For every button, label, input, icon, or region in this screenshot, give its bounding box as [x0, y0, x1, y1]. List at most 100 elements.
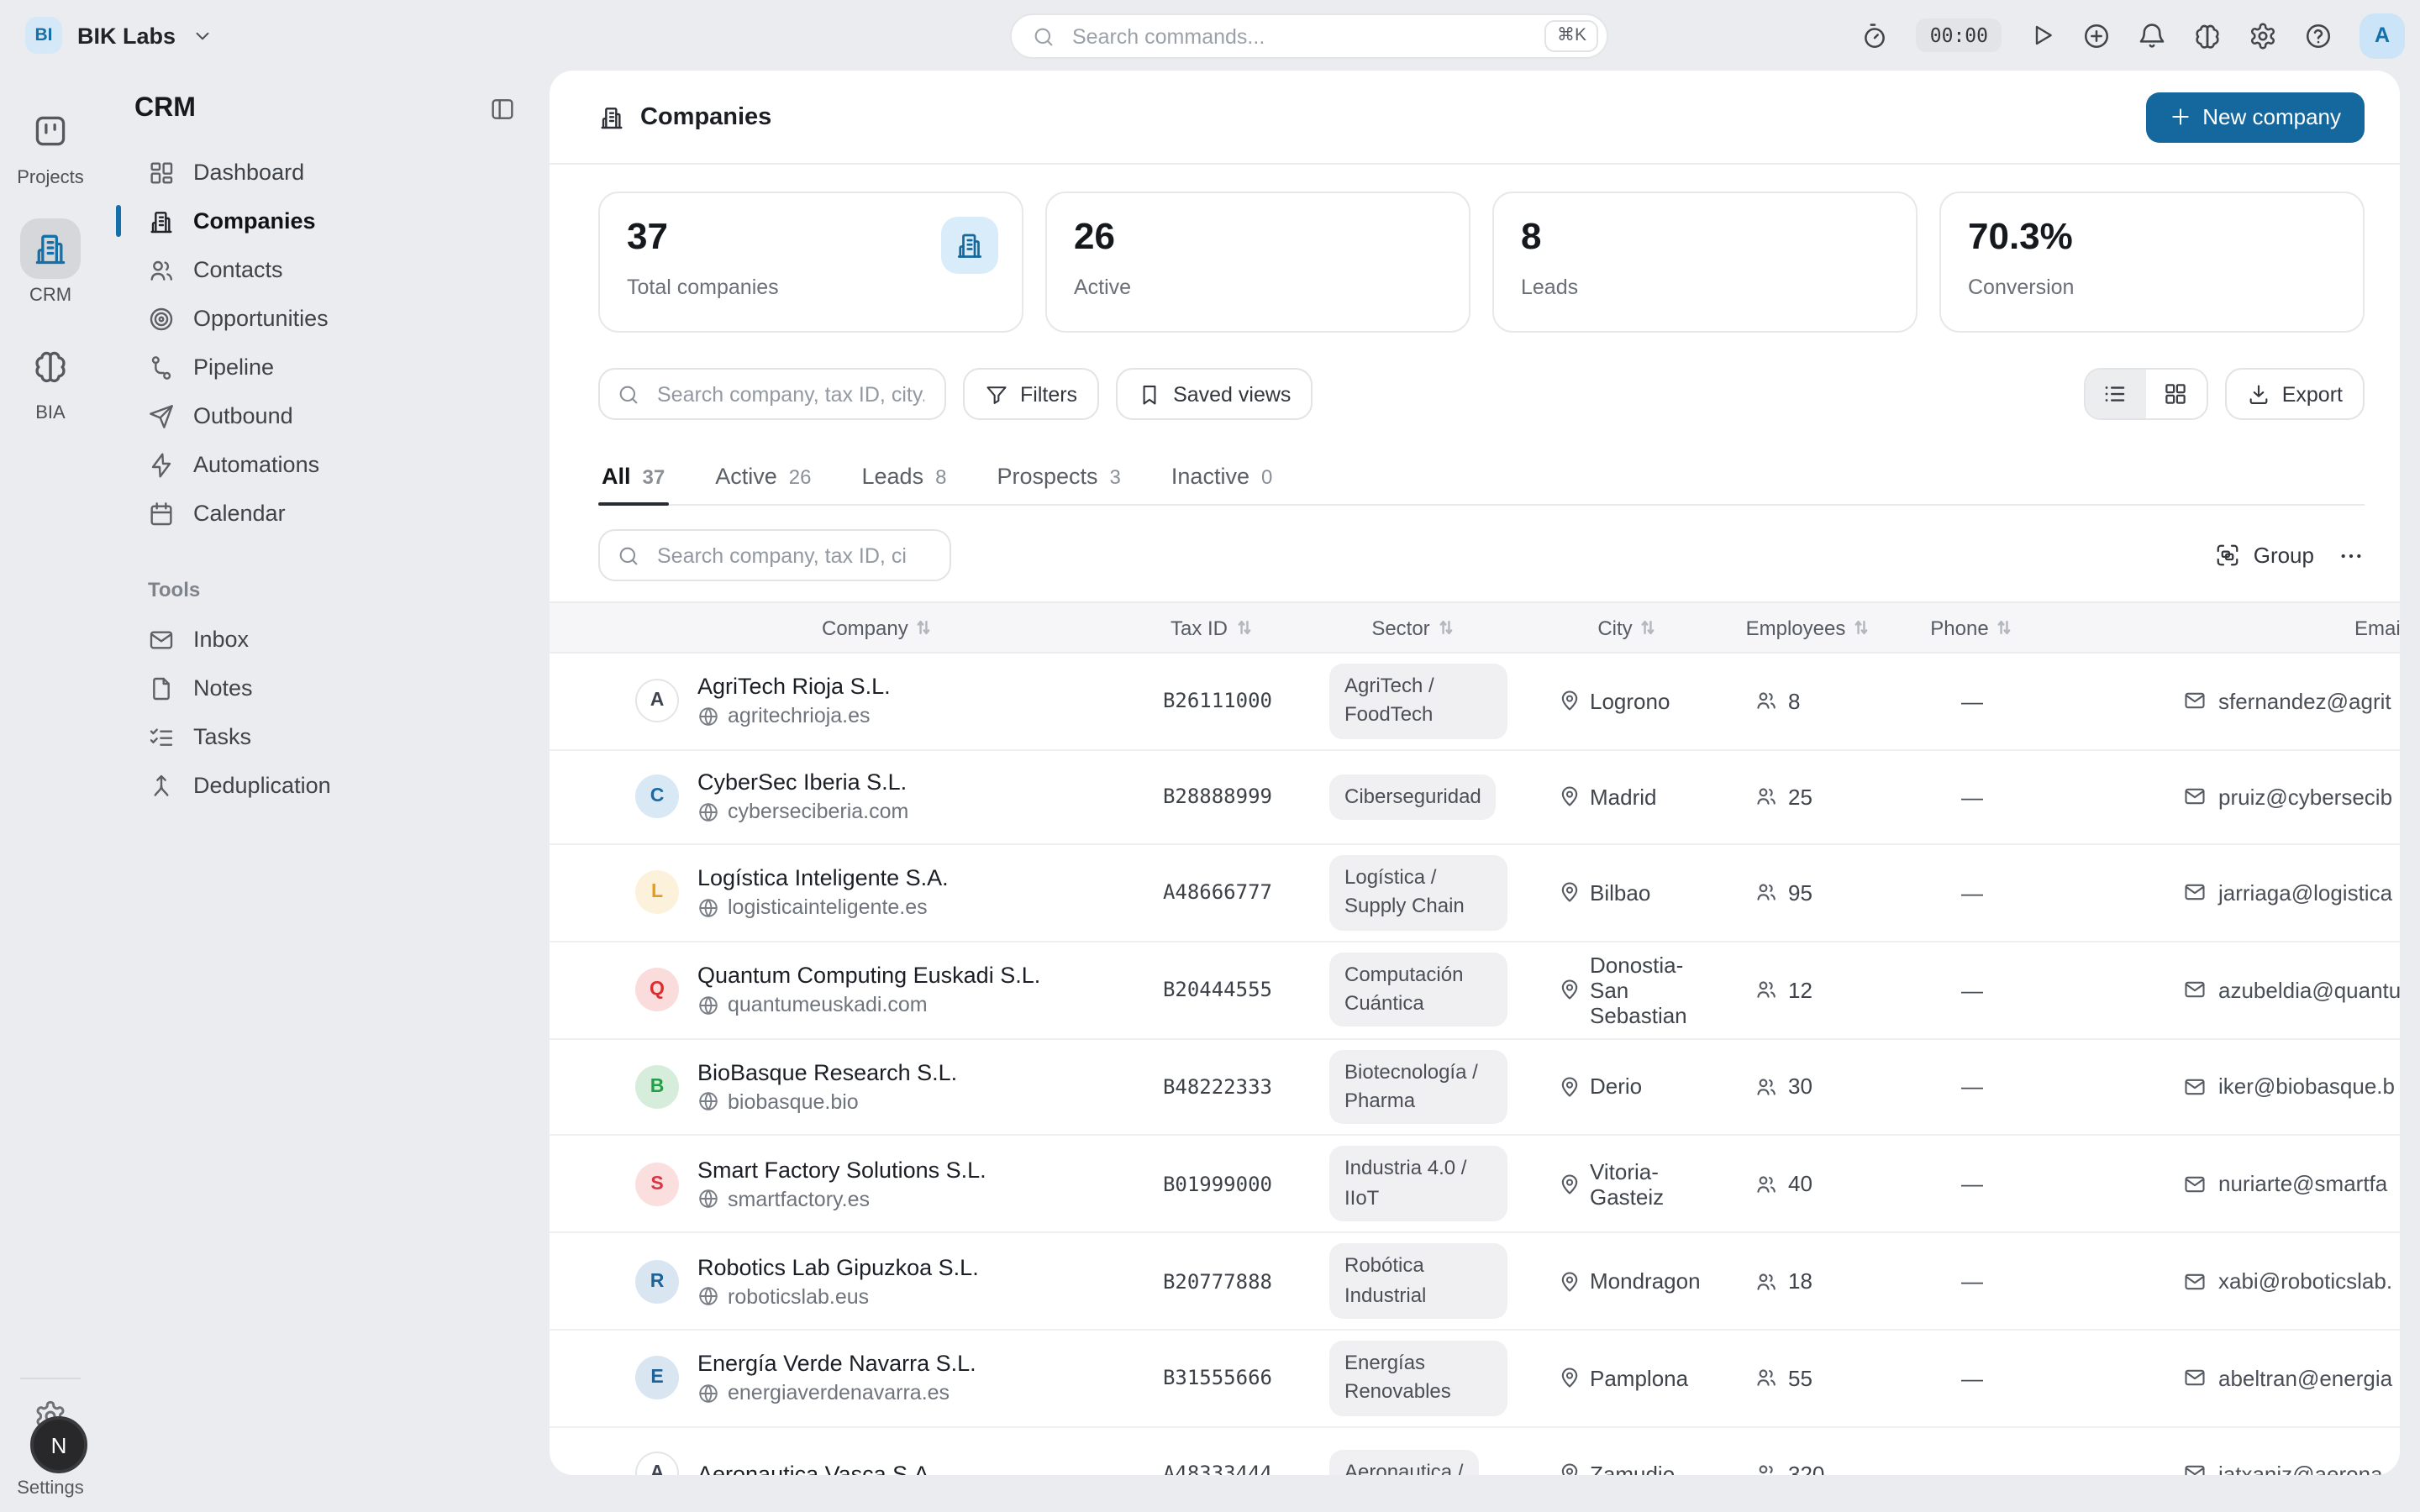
plus-circle-icon[interactable] — [2082, 21, 2111, 50]
brain-icon[interactable] — [2193, 21, 2222, 50]
grid-view-button[interactable] — [2146, 370, 2207, 418]
company-name[interactable]: CyberSec Iberia S.L. — [697, 770, 908, 795]
stopwatch-icon[interactable] — [1861, 21, 1890, 50]
sector-badge: Industria 4.0 / IIoT — [1329, 1147, 1507, 1222]
sidebar-item-tasks[interactable]: Tasks — [101, 712, 550, 761]
company-search-input[interactable] — [654, 381, 928, 407]
saved-views-button[interactable]: Saved views — [1116, 368, 1313, 420]
sidebar-item-outbound[interactable]: Outbound — [101, 391, 550, 440]
more-options-button[interactable] — [2338, 542, 2365, 569]
email-cell: iker@biobasque.b — [2052, 1074, 2400, 1100]
merge-icon — [148, 772, 175, 799]
stat-card-conversion: 70.3% Conversion — [1939, 192, 2365, 333]
table-row[interactable]: EEnergía Verde Navarra S.L.energiaverden… — [550, 1331, 2400, 1428]
rail-label: CRM — [29, 286, 71, 306]
tab-leads[interactable]: Leads8 — [859, 457, 950, 504]
column-header-city[interactable]: City — [1531, 616, 1724, 639]
stat-value: 26 — [1074, 215, 1442, 259]
export-button[interactable]: Export — [2225, 368, 2365, 420]
sidebar-item-dashboard[interactable]: Dashboard — [101, 148, 550, 197]
company-name[interactable]: Logística Inteligente S.A. — [697, 865, 949, 890]
company-search[interactable] — [598, 368, 946, 420]
workspace-name[interactable]: BIK Labs — [77, 23, 176, 48]
table-row[interactable]: AAeronautica Vasca S.A.A48333444Aeronaut… — [550, 1427, 2400, 1475]
tab-active[interactable]: Active26 — [712, 457, 814, 504]
play-icon[interactable] — [2028, 22, 2055, 49]
building-icon — [148, 207, 175, 234]
company-name[interactable]: Aeronautica Vasca S.A. — [697, 1461, 935, 1475]
map-pin-icon — [1558, 785, 1581, 809]
company-avatar: R — [635, 1259, 679, 1303]
sidebar-item-companies[interactable]: Companies — [101, 197, 550, 245]
list-view-button[interactable] — [2086, 370, 2146, 418]
command-search-input[interactable] — [1069, 23, 1545, 50]
profile-avatar[interactable]: N — [30, 1416, 87, 1473]
collapse-panel-icon[interactable] — [489, 96, 516, 123]
sidebar-item-calendar[interactable]: Calendar — [101, 489, 550, 538]
sector-badge: Biotecnología / Pharma — [1329, 1049, 1507, 1125]
filters-button[interactable]: Filters — [963, 368, 1099, 420]
tab-prospects[interactable]: Prospects3 — [993, 457, 1123, 504]
table-row[interactable]: BBioBasque Research S.L.biobasque.bioB48… — [550, 1039, 2400, 1137]
phone-cell: — — [1892, 785, 2052, 810]
users-icon — [1754, 880, 1778, 904]
email-cell: iatxaniz@aerona — [2052, 1461, 2400, 1475]
table-search[interactable] — [598, 529, 951, 581]
company-name[interactable]: Smart Factory Solutions S.L. — [697, 1157, 986, 1182]
mail-icon — [2183, 1172, 2207, 1195]
table-header: Company Tax ID Sector City Employees Pho… — [550, 601, 2400, 654]
company-name[interactable]: Robotics Lab Gipuzkoa S.L. — [697, 1254, 979, 1279]
column-header-taxid[interactable]: Tax ID — [1128, 616, 1296, 639]
chevron-down-icon[interactable] — [191, 24, 213, 46]
settings-label[interactable]: Settings — [17, 1478, 84, 1499]
sidebar-item-inbox[interactable]: Inbox — [101, 615, 550, 664]
file-icon — [148, 675, 175, 701]
sidebar-item-contacts[interactable]: Contacts — [101, 245, 550, 294]
new-company-button[interactable]: New company — [2145, 92, 2365, 142]
user-avatar[interactable]: A — [2360, 13, 2405, 58]
table-row[interactable]: QQuantum Computing Euskadi S.L.quantumeu… — [550, 942, 2400, 1039]
help-icon[interactable] — [2304, 21, 2333, 50]
sidebar-item-label: Calendar — [193, 501, 286, 526]
command-search[interactable]: ⌘K — [1010, 13, 1608, 59]
group-button[interactable]: Group — [2215, 543, 2314, 568]
tab-all[interactable]: All37 — [598, 457, 668, 504]
table-search-input[interactable] — [654, 542, 933, 569]
stat-value: 8 — [1521, 215, 1889, 259]
rail-item-crm[interactable]: CRM — [20, 218, 81, 306]
table-row[interactable]: CCyberSec Iberia S.L.cyberseciberia.comB… — [550, 751, 2400, 845]
table-row[interactable]: SSmart Factory Solutions S.L.smartfactor… — [550, 1137, 2400, 1234]
sidebar-item-label: Tasks — [193, 724, 251, 749]
company-domain: roboticslab.eus — [697, 1284, 979, 1308]
email-cell: azubeldia@quantu — [2052, 977, 2400, 1002]
bell-icon[interactable] — [2138, 21, 2166, 50]
company-name[interactable]: Energía Verde Navarra S.L. — [697, 1352, 976, 1377]
sidebar-item-automations[interactable]: Automations — [101, 440, 550, 489]
funnel-icon — [985, 382, 1008, 406]
table-row[interactable]: R Robotics Lab Gipuzkoa S.L. roboticslab.e… — [550, 1233, 2400, 1331]
rail-item-projects[interactable]: Projects — [17, 101, 84, 188]
company-avatar: Q — [635, 968, 679, 1011]
sidebar-item-deduplication[interactable]: Deduplication — [101, 761, 550, 810]
gear-icon[interactable] — [2249, 21, 2277, 50]
table-row[interactable]: LLogística Inteligente S.A.logisticainte… — [550, 845, 2400, 942]
city-cell: Pamplona — [1531, 1366, 1724, 1391]
sidebar-item-notes[interactable]: Notes — [101, 664, 550, 712]
workspace-badge[interactable]: BI — [25, 17, 62, 54]
email-cell: jarriaga@logistica — [2052, 879, 2400, 905]
sidebar-item-opportunities[interactable]: Opportunities — [101, 294, 550, 343]
column-header-phone[interactable]: Phone — [1892, 616, 2052, 639]
company-avatar: B — [635, 1065, 679, 1109]
rail-item-bia[interactable]: BIA — [20, 336, 81, 423]
city-cell: Zamudio — [1531, 1461, 1724, 1475]
company-name[interactable]: Quantum Computing Euskadi S.L. — [697, 963, 1040, 988]
sidebar-item-pipeline[interactable]: Pipeline — [101, 343, 550, 391]
table-row[interactable]: AAgriTech Rioja S.L.agritechrioja.esB261… — [550, 654, 2400, 751]
column-header-employees[interactable]: Employees — [1724, 616, 1892, 639]
company-name[interactable]: AgriTech Rioja S.L. — [697, 675, 891, 700]
column-header-email[interactable]: Email — [2052, 616, 2400, 639]
column-header-sector[interactable]: Sector — [1296, 616, 1531, 639]
column-header-company[interactable]: Company — [550, 616, 1128, 639]
company-name[interactable]: BioBasque Research S.L. — [697, 1060, 957, 1085]
tab-inactive[interactable]: Inactive0 — [1168, 457, 1276, 504]
